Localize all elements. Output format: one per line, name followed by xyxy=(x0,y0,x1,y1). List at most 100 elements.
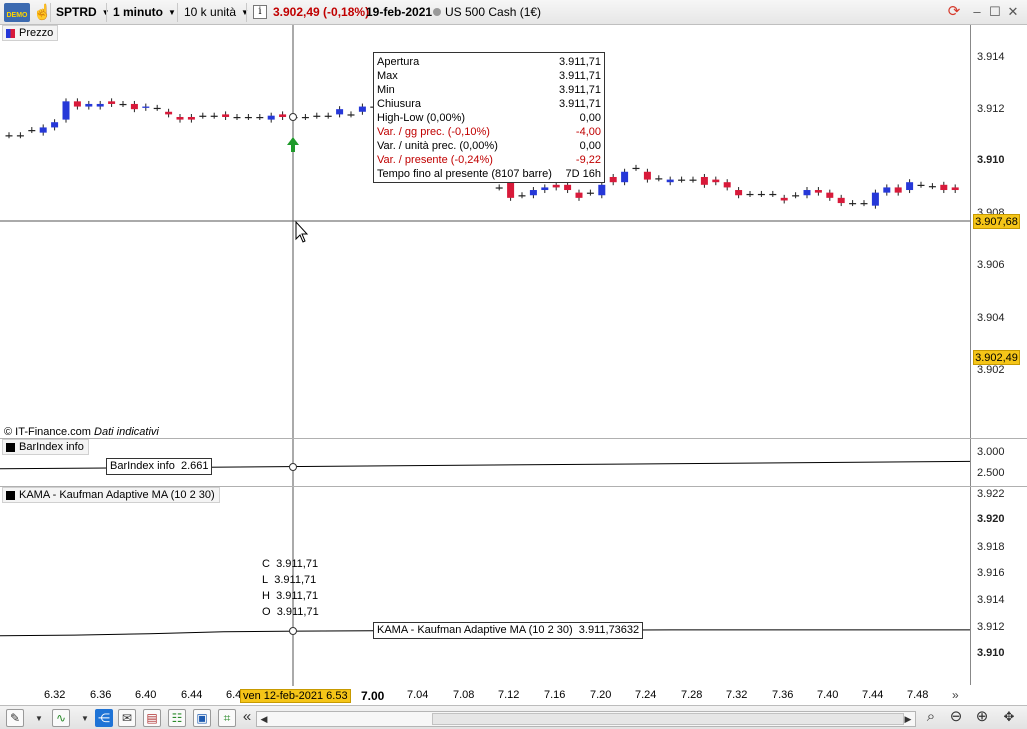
share-icon[interactable]: ⋲ xyxy=(95,709,113,727)
x-label: 7.48 xyxy=(907,689,929,701)
x-label: 6.32 xyxy=(44,689,66,701)
move-icon[interactable]: ✥ xyxy=(1000,709,1018,727)
candle xyxy=(883,187,891,193)
x-label: 7.44 xyxy=(862,689,884,701)
tooltip-row: Var. / unità prec. (0,00%) 0,00 xyxy=(377,140,601,152)
tooltip-row: Apertura 3.911,71 xyxy=(377,56,601,68)
price-pane-label[interactable]: Prezzo xyxy=(2,25,59,41)
tooltip-row: High-Low (0,00%) 0,00 xyxy=(377,112,601,124)
x-label: 7.08 xyxy=(453,689,475,701)
candle xyxy=(336,109,344,115)
candle xyxy=(108,101,116,104)
candle xyxy=(951,187,959,191)
candle xyxy=(689,179,697,181)
y-label: 3.914 xyxy=(977,594,1005,606)
calculator-icon[interactable]: ⌗ xyxy=(218,709,236,727)
candle xyxy=(279,114,287,117)
x-label: 6.44 xyxy=(181,689,203,701)
candle xyxy=(609,176,617,183)
chat-icon[interactable]: ✉ xyxy=(118,709,136,727)
time-scrollbar[interactable]: ◀ ▶ xyxy=(256,711,916,727)
x-label: 7.12 xyxy=(498,689,520,701)
ohlc-readout: C 3.911,71 L 3.911,71 H 3.911,71 O 3.911… xyxy=(262,558,319,618)
x-label: 7.28 xyxy=(681,689,703,701)
y-label: 3.920 xyxy=(977,513,1005,525)
candle xyxy=(495,187,503,189)
y-label: 3.000 xyxy=(977,446,1005,458)
screen-icon[interactable]: ▣ xyxy=(193,709,211,727)
candle xyxy=(187,116,195,120)
report-icon[interactable]: ▤ xyxy=(143,709,161,727)
candle xyxy=(700,176,708,185)
zoom-fit-icon[interactable]: ⌕ xyxy=(922,709,940,727)
tooltip-row: Max 3.911,71 xyxy=(377,70,601,82)
x-label: 7.36 xyxy=(772,689,794,701)
candle xyxy=(814,190,822,193)
zoom-in-icon[interactable]: ⊕ xyxy=(973,709,991,727)
draw-line-icon[interactable]: ✎ xyxy=(6,709,24,727)
candle xyxy=(16,135,24,137)
zoom-out-icon[interactable]: ⊖ xyxy=(947,709,965,727)
x-label: 7.04 xyxy=(407,689,429,701)
y-label: 3.910 xyxy=(977,647,1005,659)
candle xyxy=(51,122,59,128)
indicator-icon[interactable]: ∿ xyxy=(52,709,70,727)
candle xyxy=(712,179,720,183)
tooltip-row: Chiusura 3.911,71 xyxy=(377,98,601,110)
scroll-right-icon[interactable]: ▶ xyxy=(901,712,915,726)
candle xyxy=(153,107,161,110)
candle xyxy=(256,116,264,119)
candle xyxy=(267,115,275,120)
candle xyxy=(871,192,879,206)
candle-tooltip: Apertura 3.911,71 Max 3.911,71 Min 3.911,71… xyxy=(373,52,605,183)
candle xyxy=(666,179,674,183)
crosshair-kama-marker xyxy=(289,627,297,635)
scroll-left-icon[interactable]: ◀ xyxy=(257,712,271,726)
candle xyxy=(39,127,47,133)
candle xyxy=(803,190,811,196)
candle xyxy=(917,184,925,187)
candle xyxy=(541,187,549,191)
pane-separator[interactable] xyxy=(0,438,1027,439)
x-label: 7.24 xyxy=(635,689,657,701)
barindex-pane-label[interactable]: BarIndex info xyxy=(2,439,89,455)
candle xyxy=(564,184,572,191)
chevron-down-icon[interactable]: ▼ xyxy=(81,714,89,723)
candle xyxy=(906,182,914,191)
candle xyxy=(928,186,936,188)
candle xyxy=(586,192,594,194)
x-label: 7.20 xyxy=(590,689,612,701)
y-label: 3.916 xyxy=(977,567,1005,579)
candle xyxy=(176,116,184,120)
candle xyxy=(746,193,754,196)
bottom-toolbar: ✎ ▼ ∿ ▼ ⋲ ✉ ▤ ☷ ▣ ⌗ « ◀ ▶ ⌕ ⊖ ⊕ ✥ xyxy=(0,705,1027,729)
candle xyxy=(552,184,560,188)
kama-pane-label[interactable]: KAMA - Kaufman Adaptive MA (10 2 30) xyxy=(2,487,220,503)
tooltip-row: Var. / presente (-0,24%) -9,22 xyxy=(377,154,601,166)
time-axis[interactable]: 6.32 6.36 6.40 6.44 6.4 7.00 7.04 7.08 7… xyxy=(0,686,970,705)
candle xyxy=(826,192,834,198)
candle xyxy=(598,184,606,196)
candle xyxy=(621,171,629,183)
chevron-down-icon[interactable]: ▼ xyxy=(35,714,43,723)
tooltip-row: Tempo fino al presente (8107 barre) 7D 16… xyxy=(377,168,601,180)
scrollbar-thumb[interactable] xyxy=(432,713,904,725)
collapse-icon[interactable]: « xyxy=(238,709,256,727)
x-label: 6.4 xyxy=(226,689,242,701)
price-axis-line xyxy=(970,25,971,685)
candle xyxy=(28,130,36,132)
crosshair-barindex-marker xyxy=(289,463,297,471)
x-label: 6.36 xyxy=(90,689,112,701)
y-label: 3.906 xyxy=(977,259,1005,271)
series-color-icon xyxy=(6,443,15,452)
y-label: 3.910 xyxy=(977,154,1005,166)
scroll-more-icon[interactable]: » xyxy=(952,688,959,702)
x-label: 7.16 xyxy=(544,689,566,701)
candle xyxy=(244,116,252,119)
table-icon[interactable]: ☷ xyxy=(168,709,186,727)
candle xyxy=(860,203,868,205)
candle xyxy=(643,171,651,180)
x-label: 7.32 xyxy=(726,689,748,701)
mouse-cursor-icon xyxy=(295,220,309,243)
candle xyxy=(62,101,70,120)
